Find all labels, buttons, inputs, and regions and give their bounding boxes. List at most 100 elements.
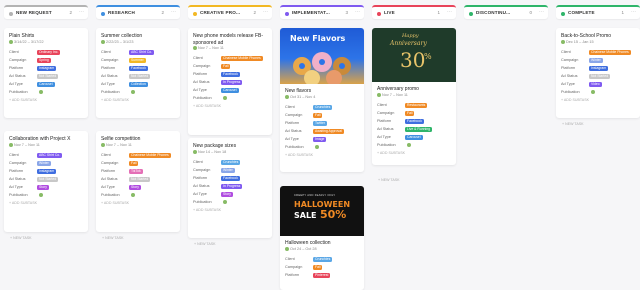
field-value-tag[interactable]: Image <box>313 136 327 142</box>
field-value-tag[interactable]: Live & Running <box>405 126 432 132</box>
more-icon[interactable]: ⋯ <box>631 9 636 15</box>
field-value-tag[interactable]: Not Started <box>129 73 151 79</box>
publication-value[interactable] <box>221 95 230 101</box>
card-title[interactable]: Summer collection <box>101 33 175 40</box>
card-title[interactable]: Back-to-School Promo <box>561 33 635 40</box>
task-card-newpkg[interactable]: New package sizes Nov 14 – Nov 18 Client Cr… <box>188 138 272 238</box>
add-subtask-link[interactable]: + ADD SUBTASK <box>101 98 129 102</box>
new-task-button[interactable]: + NEW TASK <box>102 236 124 240</box>
field-value-tag[interactable]: Not Started <box>589 73 611 79</box>
field-value-tag[interactable]: Crunchies <box>313 104 333 110</box>
field-value-tag[interactable]: Not Started <box>129 176 151 182</box>
more-icon[interactable]: ⋯ <box>539 9 544 15</box>
field-value-tag[interactable]: ABC Shirt Co. <box>129 49 155 55</box>
add-subtask-link[interactable]: + ADD SUBTASK <box>561 98 589 102</box>
card-title[interactable]: New package sizes <box>193 143 267 150</box>
field-value-tag[interactable]: Chainese Mobile Phones <box>129 152 171 158</box>
field-value-tag[interactable]: Winter <box>589 57 603 63</box>
publication-value[interactable] <box>37 192 46 198</box>
publication-value[interactable] <box>221 199 230 205</box>
publication-value[interactable] <box>37 89 46 95</box>
task-card-b2s[interactable]: Back-to-School Promo Dec 15 – Jan 15 Clien… <box>556 28 640 118</box>
field-value-tag[interactable]: Not Started <box>37 176 59 182</box>
card-title[interactable]: Anniversary promo <box>377 86 451 93</box>
field-value-tag[interactable]: Crunchies <box>221 159 241 165</box>
field-value-tag[interactable]: Winter <box>37 160 51 166</box>
field-value-tag[interactable]: Instagram <box>37 168 57 174</box>
add-subtask-link[interactable]: + ADD SUBTASK <box>193 208 221 212</box>
field-value-tag[interactable]: Twitter <box>313 120 327 126</box>
column-header[interactable]: COMPLETE 1 ⋯ <box>556 5 640 19</box>
add-subtask-link[interactable]: + ADD SUBTASK <box>9 201 37 205</box>
task-card-halloween[interactable]: CREEPY AND FEARLY ONLY HALLOWEEN SALE 50% Ha… <box>280 186 364 290</box>
field-value-tag[interactable]: Collection <box>129 81 148 87</box>
field-value-tag[interactable]: Carousel <box>221 87 239 93</box>
field-value-tag[interactable]: Fall <box>221 63 231 69</box>
field-value-tag[interactable]: ABC Shirt Co. <box>37 152 63 158</box>
task-card-newflavors[interactable]: New Flavors New flavors Oct 31 – Nov 4 Clie… <box>280 28 364 172</box>
task-card-newphone[interactable]: New phone models release FB-sponsored ad… <box>188 28 272 135</box>
field-value-tag[interactable]: Story <box>221 191 233 197</box>
field-value-tag[interactable]: Spring <box>37 57 51 63</box>
field-value-tag[interactable]: Facebook <box>405 118 424 124</box>
more-icon[interactable]: ⋯ <box>263 9 268 15</box>
column-header[interactable]: NEW REQUEST 2 ⋯ <box>4 5 88 19</box>
column-header[interactable]: CREATIVE PRO... 2 ⋯ <box>188 5 272 19</box>
field-value-tag[interactable]: Fall <box>405 110 415 116</box>
field-value-tag[interactable]: Instagram <box>589 65 609 71</box>
more-icon[interactable]: ⋯ <box>171 9 176 15</box>
add-subtask-link[interactable]: + ADD SUBTASK <box>101 201 129 205</box>
field-value-tag[interactable]: Chainese Mobile Phones <box>589 49 631 55</box>
column-header[interactable]: RESEARCH 2 ⋯ <box>96 5 180 19</box>
more-icon[interactable]: ⋯ <box>79 9 84 15</box>
card-title[interactable]: Halloween collection <box>285 240 359 247</box>
field-value-tag[interactable]: Fall <box>129 160 139 166</box>
field-value-tag[interactable]: Fall <box>313 264 323 270</box>
field-value-tag[interactable]: Ordinary Inc. <box>37 49 61 55</box>
field-value-tag[interactable]: Crunchies <box>313 256 333 262</box>
card-title[interactable]: New flavors <box>285 88 359 95</box>
field-value-tag[interactable]: Instagram <box>37 65 57 71</box>
field-value-tag[interactable]: Facebook <box>129 65 148 71</box>
field-value-tag[interactable]: Restaurants <box>405 102 428 108</box>
card-title[interactable]: Collaboration with Project X <box>9 136 83 143</box>
task-card-plain_shirts[interactable]: Plain Shirts 3/14/22 – 3/17/22 Client Ordin… <box>4 28 88 118</box>
publication-value[interactable] <box>589 89 598 95</box>
task-card-summer[interactable]: Summer collection 2/22/23 – 3/1/23 Client A… <box>96 28 180 118</box>
add-subtask-link[interactable]: + ADD SUBTASK <box>193 104 221 108</box>
more-icon[interactable]: ⋯ <box>355 9 360 15</box>
field-value-tag[interactable]: Carousel <box>405 134 423 140</box>
field-value-tag[interactable]: In Progress <box>221 79 243 85</box>
field-value-tag[interactable]: Video <box>589 81 602 87</box>
column-header[interactable]: LIVE 1 ⋯ <box>372 5 456 19</box>
add-subtask-link[interactable]: + ADD SUBTASK <box>9 98 37 102</box>
add-subtask-link[interactable]: + ADD SUBTASK <box>377 151 405 155</box>
publication-value[interactable] <box>405 142 414 148</box>
task-card-selfie[interactable]: Selfie competition Nov 7 – Nov 11 Client Ch… <box>96 131 180 232</box>
field-value-tag[interactable]: In Progress <box>221 183 243 189</box>
card-title[interactable]: Selfie competition <box>101 136 175 143</box>
task-card-collab[interactable]: Collaboration with Project X Nov 7 – Nov … <box>4 131 88 232</box>
field-value-tag[interactable]: Pinterest <box>313 272 331 278</box>
field-value-tag[interactable]: Not Started <box>37 73 59 79</box>
card-title[interactable]: Plain Shirts <box>9 33 83 40</box>
field-value-tag[interactable]: Awaiting Approval <box>313 128 344 134</box>
field-value-tag[interactable]: Chainese Mobile Phones <box>221 55 263 61</box>
field-value-tag[interactable]: TikTok <box>129 168 143 174</box>
new-task-button[interactable]: + NEW TASK <box>10 236 32 240</box>
field-value-tag[interactable]: Story <box>37 184 49 190</box>
field-value-tag[interactable]: Fall <box>313 112 323 118</box>
column-header[interactable]: DISCONTINU... 0 ⋯ <box>464 5 548 19</box>
more-icon[interactable]: ⋯ <box>447 9 452 15</box>
new-task-button[interactable]: + NEW TASK <box>378 178 400 182</box>
publication-value[interactable] <box>129 89 138 95</box>
field-value-tag[interactable]: Story <box>129 184 141 190</box>
card-title[interactable]: New phone models release FB-sponsored ad <box>193 33 267 46</box>
field-value-tag[interactable]: Facebook <box>221 175 240 181</box>
publication-value[interactable] <box>129 192 138 198</box>
field-value-tag[interactable]: Winter <box>221 167 235 173</box>
task-card-anniversary[interactable]: Happy Anniversary 30% Anniversary promo Nov … <box>372 28 456 165</box>
add-subtask-link[interactable]: + ADD SUBTASK <box>285 153 313 157</box>
field-value-tag[interactable]: Summer <box>129 57 146 63</box>
new-task-button[interactable]: + NEW TASK <box>562 122 584 126</box>
